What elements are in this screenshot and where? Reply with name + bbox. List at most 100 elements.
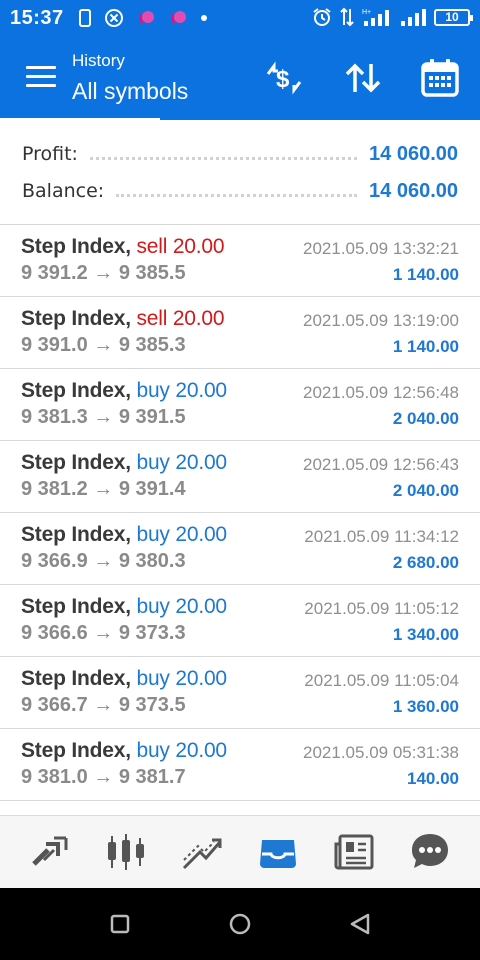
quotes-icon[interactable]: [28, 830, 72, 874]
page-subtitle: History: [72, 51, 125, 70]
trade-symbol-line: Step Index, sell 20.00: [21, 235, 225, 259]
currency-exchange-icon[interactable]: $: [264, 58, 304, 98]
close-circle-icon: [105, 9, 123, 27]
trade-symbol-line: Step Index, buy 20.00: [21, 379, 227, 403]
trade-prices: 9 381.2 → 9 391.4: [21, 478, 186, 500]
profit-label: Profit:: [22, 143, 78, 165]
trade-action: buy 20.00: [136, 739, 227, 762]
trade-action: buy 20.00: [136, 379, 227, 402]
trade-row[interactable]: Step Index, buy 20.00 9 381.0 → 9 381.7 …: [0, 729, 480, 801]
status-time: 15:37: [10, 7, 64, 29]
summary-panel: Profit: 14 060.00 Balance: 14 060.00: [0, 121, 480, 225]
recents-button[interactable]: [106, 910, 134, 938]
trade-symbol: Step Index,: [21, 523, 131, 546]
trade-profit: 2 040.00: [392, 481, 459, 500]
chart-icon[interactable]: [104, 830, 148, 874]
trade-prices: 9 391.2 → 9 385.5: [21, 262, 186, 284]
trade-prices: 9 366.7 → 9 373.5: [21, 694, 186, 716]
trade-profit: 2 040.00: [392, 409, 459, 428]
balance-value: 14 060.00: [369, 179, 458, 202]
app-notification-icon: [139, 11, 154, 25]
bottom-nav: [0, 815, 480, 888]
signal-icon: [401, 9, 426, 26]
trade-time: 2021.05.09 05:31:38: [303, 743, 459, 762]
svg-text:$: $: [276, 66, 290, 93]
trade-list: Step Index, sell 20.00 9 391.2 → 9 385.5…: [0, 225, 480, 801]
trade-row[interactable]: Step Index, buy 20.00 9 381.3 → 9 391.5 …: [0, 369, 480, 441]
trade-prices: 9 381.3 → 9 391.5: [21, 406, 186, 428]
messages-icon[interactable]: [408, 830, 452, 874]
dotted-leader: [89, 156, 358, 160]
trade-time: 2021.05.09 11:34:12: [304, 527, 459, 546]
sim-icon: [79, 9, 91, 27]
page-title[interactable]: All symbols: [72, 78, 188, 105]
trade-row[interactable]: Step Index, buy 20.00 9 366.7 → 9 373.5 …: [0, 657, 480, 729]
trade-symbol-line: Step Index, buy 20.00: [21, 595, 227, 619]
status-bar: 15:37 H+ 10: [0, 0, 480, 36]
trade-time: 2021.05.09 11:05:04: [304, 671, 459, 690]
trade-symbol: Step Index,: [21, 739, 131, 762]
trade-symbol-line: Step Index, sell 20.00: [21, 307, 225, 331]
trade-action: buy 20.00: [136, 595, 227, 618]
trade-prices: 9 391.0 → 9 385.3: [21, 334, 186, 356]
trade-row[interactable]: Step Index, sell 20.00 9 391.2 → 9 385.5…: [0, 225, 480, 297]
trade-time: 2021.05.09 12:56:48: [303, 383, 459, 402]
trade-icon[interactable]: [180, 830, 224, 874]
trade-row[interactable]: Step Index, buy 20.00 9 366.6 → 9 373.3 …: [0, 585, 480, 657]
trade-time: 2021.05.09 12:56:43: [303, 455, 459, 474]
trade-symbol: Step Index,: [21, 235, 131, 258]
home-button[interactable]: [226, 910, 254, 938]
signal-h-icon: H+: [362, 9, 389, 26]
trade-profit: 1 140.00: [392, 337, 459, 356]
trade-profit: 2 680.00: [392, 553, 459, 572]
trade-row[interactable]: Step Index, sell 20.00 9 391.0 → 9 385.3…: [0, 297, 480, 369]
trade-time: 2021.05.09 11:05:12: [304, 599, 459, 618]
trade-profit: 1 360.00: [392, 697, 459, 716]
system-nav-bar: [0, 888, 480, 960]
trade-action: buy 20.00: [136, 451, 227, 474]
battery-icon: 10: [434, 8, 473, 26]
balance-label: Balance:: [22, 180, 105, 202]
history-icon[interactable]: [256, 830, 300, 874]
trade-prices: 9 366.9 → 9 380.3: [21, 550, 186, 572]
menu-icon[interactable]: [26, 66, 56, 90]
profit-value: 14 060.00: [369, 142, 458, 165]
news-icon[interactable]: [332, 830, 376, 874]
trade-profit: 140.00: [407, 769, 459, 788]
trade-symbol: Step Index,: [21, 307, 131, 330]
alarm-icon: [313, 8, 331, 26]
trade-action: buy 20.00: [136, 667, 227, 690]
trade-time: 2021.05.09 13:19:00: [303, 311, 459, 330]
trade-profit: 1 140.00: [392, 265, 459, 284]
dot-icon: [201, 15, 207, 21]
trade-symbol-line: Step Index, buy 20.00: [21, 667, 227, 691]
app-notification-icon-2: [171, 11, 186, 25]
dotted-leader: [116, 193, 358, 197]
data-transfer-icon: [340, 7, 354, 27]
trade-symbol: Step Index,: [21, 667, 131, 690]
balance-row: Balance: 14 060.00: [22, 176, 458, 206]
trade-action: sell 20.00: [136, 235, 225, 258]
sort-icon[interactable]: [343, 58, 383, 98]
trade-row[interactable]: Step Index, buy 20.00 9 366.9 → 9 380.3 …: [0, 513, 480, 585]
trade-symbol: Step Index,: [21, 595, 131, 618]
svg-text:H+: H+: [362, 9, 371, 16]
trade-symbol-line: Step Index, buy 20.00: [21, 451, 227, 475]
trade-symbol-line: Step Index, buy 20.00: [21, 739, 227, 763]
app-bar: History All symbols $: [0, 36, 480, 121]
trade-symbol: Step Index,: [21, 379, 131, 402]
trade-profit: 1 340.00: [392, 625, 459, 644]
system-status-icons: H+ 10: [312, 7, 473, 27]
trade-action: buy 20.00: [136, 523, 227, 546]
trade-action: sell 20.00: [136, 307, 225, 330]
trade-prices: 9 381.0 → 9 381.7: [21, 766, 186, 788]
trade-row[interactable]: Step Index, buy 20.00 9 381.2 → 9 391.4 …: [0, 441, 480, 513]
calendar-icon[interactable]: [420, 58, 460, 98]
trade-symbol: Step Index,: [21, 451, 131, 474]
trade-symbol-line: Step Index, buy 20.00: [21, 523, 227, 547]
notification-icons: [78, 8, 208, 28]
profit-row: Profit: 14 060.00: [22, 139, 458, 169]
back-button[interactable]: [346, 910, 374, 938]
trade-time: 2021.05.09 13:32:21: [303, 239, 459, 258]
trade-prices: 9 366.6 → 9 373.3: [21, 622, 186, 644]
